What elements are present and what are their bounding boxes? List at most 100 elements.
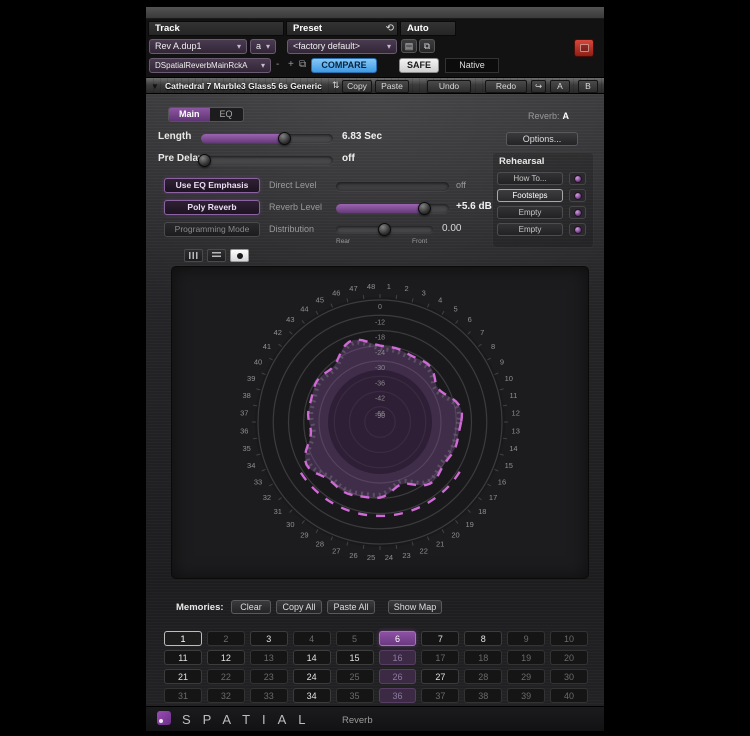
length-slider[interactable]	[201, 134, 333, 143]
memory-slot-36[interactable]: 36	[379, 688, 417, 703]
rehearsal-empty1-button[interactable]: Empty	[497, 206, 563, 219]
memory-slot-33[interactable]: 33	[250, 688, 288, 703]
paste-button[interactable]: Paste	[375, 80, 409, 93]
memories-copy-all-button[interactable]: Copy All	[276, 600, 322, 614]
distribution-slider-knob[interactable]	[378, 223, 391, 236]
memory-slot-3[interactable]: 3	[250, 631, 288, 646]
memory-slot-15[interactable]: 15	[336, 650, 374, 665]
slot-a-button[interactable]: A	[550, 80, 570, 93]
memory-slot-27[interactable]: 27	[421, 669, 459, 684]
memory-slot-30[interactable]: 30	[550, 669, 588, 684]
memory-slot-10[interactable]: 10	[550, 631, 588, 646]
reverb-slot-label: Reverb:A	[528, 111, 569, 121]
rehearsal-empty1-target-icon[interactable]	[569, 206, 586, 219]
memory-slot-31[interactable]: 31	[164, 688, 202, 703]
memories-paste-all-button[interactable]: Paste All	[327, 600, 375, 614]
memory-slot-20[interactable]: 20	[550, 650, 588, 665]
preset-cycle-icon[interactable]: ⟲	[386, 22, 394, 35]
reverb-level-slider[interactable]	[336, 204, 449, 213]
radar-plot[interactable]: 1234567891011121314151617181920212223242…	[172, 267, 588, 578]
window-titlebar[interactable]	[146, 7, 604, 19]
rehearsal-empty2-target-icon[interactable]	[569, 223, 586, 236]
memory-slot-35[interactable]: 35	[336, 688, 374, 703]
memory-slot-13[interactable]: 13	[250, 650, 288, 665]
distribution-slider[interactable]	[336, 226, 433, 233]
insert-position-selector[interactable]: a▾	[250, 39, 276, 54]
memory-slot-34[interactable]: 34	[293, 688, 331, 703]
preset-spinner-icon[interactable]: ⇅	[332, 80, 340, 91]
slot-b-button[interactable]: B	[578, 80, 598, 93]
memory-slot-29[interactable]: 29	[507, 669, 545, 684]
memory-slot-1[interactable]: 1	[164, 631, 202, 646]
current-preset-title: Cathedral 7 Marble3 Glass5 6s Generic	[165, 81, 322, 91]
memory-slot-14[interactable]: 14	[293, 650, 331, 665]
target-button[interactable]	[574, 39, 594, 57]
copy-button[interactable]: Copy	[342, 80, 372, 93]
preset-decrement-button[interactable]: -	[276, 60, 279, 70]
memory-slot-37[interactable]: 37	[421, 688, 459, 703]
memory-slot-6[interactable]: 6	[379, 631, 417, 646]
memory-slot-9[interactable]: 9	[507, 631, 545, 646]
purple-orb-icon	[574, 192, 582, 200]
memory-slot-39[interactable]: 39	[507, 688, 545, 703]
memory-slot-26[interactable]: 26	[379, 669, 417, 684]
rehearsal-howto-button[interactable]: How To...	[497, 172, 563, 185]
rehearsal-empty2-button[interactable]: Empty	[497, 223, 563, 236]
memory-slot-16[interactable]: 16	[379, 650, 417, 665]
librarian-save-icon[interactable]: ▤	[401, 39, 417, 53]
memory-slot-21[interactable]: 21	[164, 669, 202, 684]
redo-button[interactable]: Redo	[485, 80, 527, 93]
preset-increment-button[interactable]: +	[288, 60, 294, 70]
memories-show-map-button[interactable]: Show Map	[388, 600, 442, 614]
tab-main[interactable]: Main	[169, 108, 210, 121]
memory-grid: 1234567891011121314151617181920212223242…	[164, 631, 588, 703]
memory-slot-25[interactable]: 25	[336, 669, 374, 684]
undo-button[interactable]: Undo	[427, 80, 471, 93]
memory-slot-4[interactable]: 4	[293, 631, 331, 646]
safe-button[interactable]: SAFE	[399, 58, 439, 73]
track-selector[interactable]: Rev A.dup1▾	[149, 39, 247, 54]
memory-slot-2[interactable]: 2	[207, 631, 245, 646]
memory-slot-18[interactable]: 18	[464, 650, 502, 665]
memory-slot-32[interactable]: 32	[207, 688, 245, 703]
memory-slot-23[interactable]: 23	[250, 669, 288, 684]
use-eq-emphasis-toggle[interactable]: Use EQ Emphasis	[164, 178, 260, 193]
compare-copy-icon[interactable]: ⧉	[299, 60, 306, 70]
insert-plugin-selector[interactable]: DSpatialReverbMainRckA▾	[149, 58, 271, 73]
direct-level-slider[interactable]	[336, 182, 449, 191]
memory-slot-17[interactable]: 17	[421, 650, 459, 665]
compare-button[interactable]: COMPARE	[311, 58, 377, 73]
memory-slot-11[interactable]: 11	[164, 650, 202, 665]
options-button[interactable]: Options...	[506, 132, 578, 146]
view-mode-dot-button[interactable]	[230, 249, 249, 262]
poly-reverb-toggle[interactable]: Poly Reverb	[164, 200, 260, 215]
svg-text:-18: -18	[375, 335, 385, 342]
memory-slot-19[interactable]: 19	[507, 650, 545, 665]
memory-slot-28[interactable]: 28	[464, 669, 502, 684]
pre-delay-slider-knob[interactable]	[198, 154, 211, 167]
length-slider-knob[interactable]	[278, 132, 291, 145]
memory-slot-24[interactable]: 24	[293, 669, 331, 684]
view-mode-lines-button[interactable]	[207, 249, 226, 262]
reverb-level-slider-knob[interactable]	[418, 202, 431, 215]
rehearsal-footsteps-target-icon[interactable]	[569, 189, 586, 202]
memory-slot-22[interactable]: 22	[207, 669, 245, 684]
rehearsal-howto-target-icon[interactable]	[569, 172, 586, 185]
memories-clear-button[interactable]: Clear	[231, 600, 271, 614]
memory-slot-7[interactable]: 7	[421, 631, 459, 646]
pre-delay-slider[interactable]	[201, 156, 333, 165]
memory-slot-38[interactable]: 38	[464, 688, 502, 703]
memory-slot-8[interactable]: 8	[464, 631, 502, 646]
preset-selector[interactable]: <factory default>▾	[287, 39, 397, 54]
tab-eq[interactable]: EQ	[210, 108, 243, 121]
memory-slot-40[interactable]: 40	[550, 688, 588, 703]
spatial-map-panel[interactable]: 1234567891011121314151617181920212223242…	[171, 266, 589, 579]
programming-mode-toggle[interactable]: Programming Mode	[164, 222, 260, 237]
memory-slot-12[interactable]: 12	[207, 650, 245, 665]
rehearsal-footsteps-button[interactable]: Footsteps	[497, 189, 563, 202]
view-mode-bars-button[interactable]	[184, 249, 203, 262]
preset-menu-triangle-icon[interactable]: ▼	[151, 82, 159, 91]
memory-slot-5[interactable]: 5	[336, 631, 374, 646]
librarian-folder-icon[interactable]: ⧉	[419, 39, 435, 53]
ab-swap-icon[interactable]: ↪	[531, 80, 546, 93]
